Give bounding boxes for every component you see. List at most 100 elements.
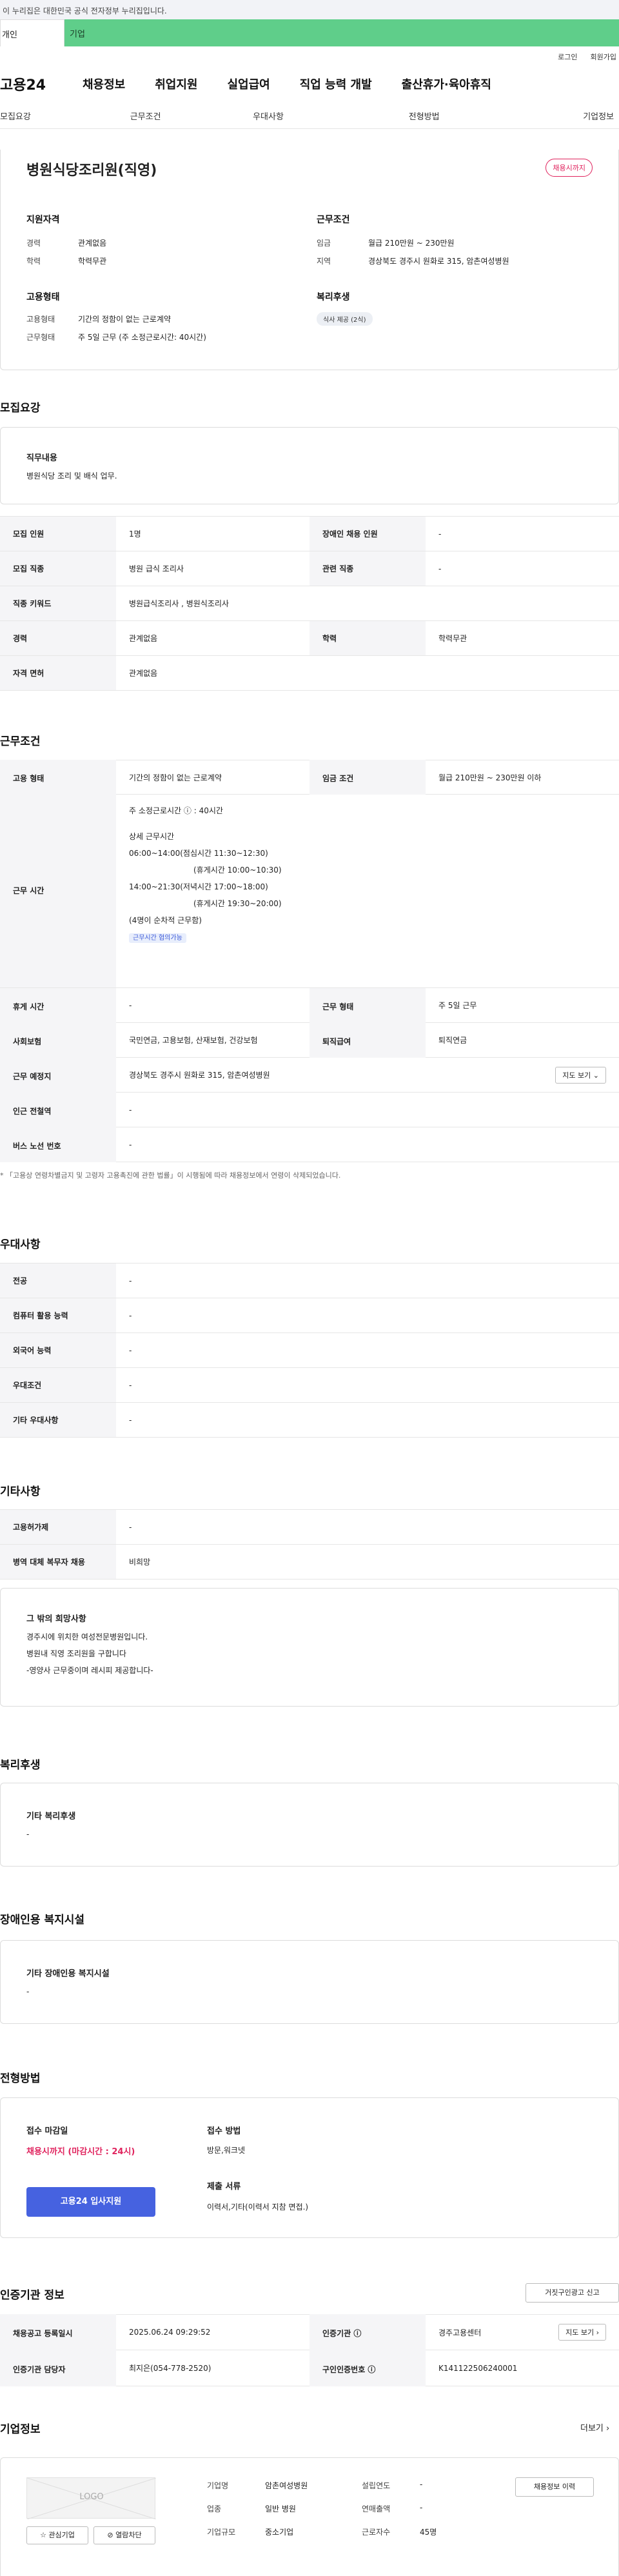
cert-map-button[interactable]: 지도 보기 › [558, 2324, 606, 2341]
table-header: 퇴직급여 [310, 1022, 426, 1058]
method-title: 접수 방법 [207, 2126, 241, 2136]
gnb-item-jobs[interactable]: 채용정보 [83, 75, 125, 92]
table-row: 직종 키워드 병원급식조리사 , 병원식조리사 [0, 586, 619, 621]
gnb-item-training[interactable]: 직업 능력 개발 [300, 75, 372, 92]
subnav-pref[interactable]: 우대사항 [220, 110, 342, 122]
job-desc-title: 직무내용 [26, 453, 57, 463]
table-header: 구인인증번호 ⓘ [310, 2350, 426, 2386]
table-cell: - [116, 1367, 619, 1403]
qual-value: 관계없음 [78, 239, 107, 248]
company-field-value: 45명 [420, 2528, 437, 2537]
table-header: 채용공고 등록일시 [0, 2314, 116, 2350]
disability-box-value: - [26, 1987, 30, 1996]
subnav-work[interactable]: 근무조건 [97, 110, 219, 122]
table-cell: - [116, 1298, 619, 1333]
report-false-ad-button[interactable]: 거짓구인광고 신고 [526, 2283, 619, 2303]
company-card: LOGO ☆ 관심기업 ⊘ 열람차단 기업명 암촌여성병원 설립연도 - 업종 … [0, 2457, 619, 2576]
subnav-recruit[interactable]: 모집요강 [0, 110, 97, 122]
table-header: 모집 인원 [0, 516, 116, 551]
company-field-value: - [420, 2503, 423, 2512]
docs-value: 이력서,기타(이력서 지참 면접.) [207, 2203, 309, 2212]
company-field-label: 기업규모 [207, 2528, 236, 2537]
table-cell: 퇴직연금 [438, 1036, 467, 1045]
table-row: 경력 관계없음 학력 학력무관 [0, 620, 619, 656]
welfare-box-value: - [26, 1830, 30, 1839]
company-field-value: - [420, 2480, 423, 2489]
table-header: 모집 직종 [0, 551, 116, 586]
table-cell: 경주고용센터 [438, 2328, 482, 2337]
docs-title: 제출 서류 [207, 2182, 241, 2192]
section-title-welfare: 복리후생 [0, 1759, 41, 1772]
summary-card: 병원식당조리원(직영) 채용시까지 지원자격 경력 관계없음 학력 학력무관 근… [0, 150, 619, 370]
hiring-history-button[interactable]: 채용정보 이력 [515, 2477, 594, 2497]
table-cell: 기간의 정함이 없는 근로계약 [129, 773, 222, 782]
table-header: 관련 직종 [310, 551, 426, 586]
section-title-recruit: 모집요강 [0, 402, 41, 415]
deadline-title: 접수 마감일 [26, 2126, 68, 2136]
table-header: 버스 노선 번호 [0, 1127, 116, 1162]
block-view-button[interactable]: ⊘ 열람차단 [93, 2526, 155, 2544]
qual-title: 지원자격 [26, 215, 60, 225]
table-cell: 경상북도 경주시 원화로 315, 암촌여성병원 [129, 1071, 270, 1080]
section-title-process: 전형방법 [0, 2072, 41, 2085]
table-cell: 비희망 [116, 1544, 619, 1580]
table-row: 모집 직종 병원 급식 조리사 관련 직종 - [0, 551, 619, 586]
company-logo-placeholder: LOGO [26, 2477, 156, 2519]
table-cell: 관계없음 [116, 655, 619, 691]
company-field-value: 암촌여성병원 [265, 2481, 308, 2490]
gnb-item-unemployment[interactable]: 실업급여 [228, 75, 270, 92]
site-logo[interactable]: 고용24 [0, 74, 64, 94]
emp-value: 주 5일 근무 (주 소정근로시간: 40시간) [78, 333, 206, 342]
table-header: 우대조건 [0, 1367, 116, 1403]
tab-company[interactable]: 기업 [64, 19, 619, 46]
cond-value: 경상북도 경주시 원화로 315, 암촌여성병원 [368, 257, 509, 266]
table-cell: 관계없음 [116, 620, 310, 656]
section-title-work: 근무조건 [0, 735, 41, 748]
process-box: 접수 마감일 채용시까지 (마감시간 : 24시) 고용24 입사지원 접수 방… [0, 2097, 619, 2238]
hours-line: (휴게시간 19:30~20:00) [193, 899, 282, 908]
table-row: 컴퓨터 활용 능력 - [0, 1298, 619, 1333]
table-cell: 병원급식조리사 , 병원식조리사 [116, 586, 619, 621]
table-cell: 월급 210만원 ~ 230만원 이하 [438, 773, 542, 782]
qual-label: 경력 [26, 239, 41, 248]
qual-value: 학력무관 [78, 257, 107, 266]
login-link[interactable]: 로그인 [558, 52, 577, 64]
emp-title: 고용형태 [26, 292, 60, 302]
subnav-company[interactable]: 기업정보 [517, 110, 619, 122]
table-cell: - [426, 551, 619, 586]
table-row: 고용허가제 - [0, 1509, 619, 1545]
gnb-item-leave[interactable]: 출산휴가·육아휴직 [402, 75, 491, 92]
job-title: 병원식당조리원(직영) [26, 163, 157, 179]
section-title-disability: 장애인용 복지시설 [0, 1914, 85, 1927]
table-header: 컴퓨터 활용 능력 [0, 1298, 116, 1333]
cond-label: 지역 [317, 257, 331, 266]
cond-label: 임금 [317, 239, 331, 248]
company-more-link[interactable]: 더보기 › [580, 2421, 609, 2433]
disability-box-title: 기타 장애인용 복지시설 [26, 1969, 110, 1979]
table-header: 전공 [0, 1263, 116, 1298]
table-header: 기타 우대사항 [0, 1402, 116, 1438]
gnb-item-support[interactable]: 취업지원 [155, 75, 197, 92]
deadline-badge: 채용시까지 [545, 159, 593, 177]
emp-label: 근무형태 [26, 333, 55, 342]
favorite-company-button[interactable]: ☆ 관심기업 [26, 2526, 88, 2544]
table-row: 외국어 능력 - [0, 1333, 619, 1368]
wish-line: 경주시에 위치한 여성전문병원입니다. [26, 1632, 148, 1641]
company-field-label: 기업명 [207, 2481, 229, 2490]
table-cell: - [116, 1509, 619, 1545]
table-header: 병역 대체 복무자 채용 [0, 1544, 116, 1580]
map-view-button[interactable]: 지도 보기 ⌄ [555, 1066, 606, 1084]
apply-button[interactable]: 고용24 입사지원 [26, 2187, 155, 2217]
signup-link[interactable]: 회원가입 [591, 52, 616, 64]
tab-personal[interactable]: 개인 [0, 19, 64, 46]
table-cell: K141122506240001 [438, 2363, 518, 2373]
hours-total: 주 소정근로시간 ⓘ : 40시간 [129, 806, 223, 815]
table-cell: - [426, 516, 619, 551]
section-title-etc: 기타사항 [0, 1485, 41, 1498]
section-title-company: 기업정보 [0, 2423, 41, 2436]
subnav-process[interactable]: 전형방법 [342, 110, 516, 122]
table-header: 휴게 시간 [0, 987, 116, 1023]
pref-table: 전공 - 컴퓨터 활용 능력 - 외국어 능력 - 우대조건 - 기타 우대사항 - [0, 1263, 619, 1438]
gov-banner: 이 누리집은 대한민국 공식 전자정부 누리집입니다. [0, 0, 619, 19]
cond-title: 근무조건 [317, 215, 350, 225]
